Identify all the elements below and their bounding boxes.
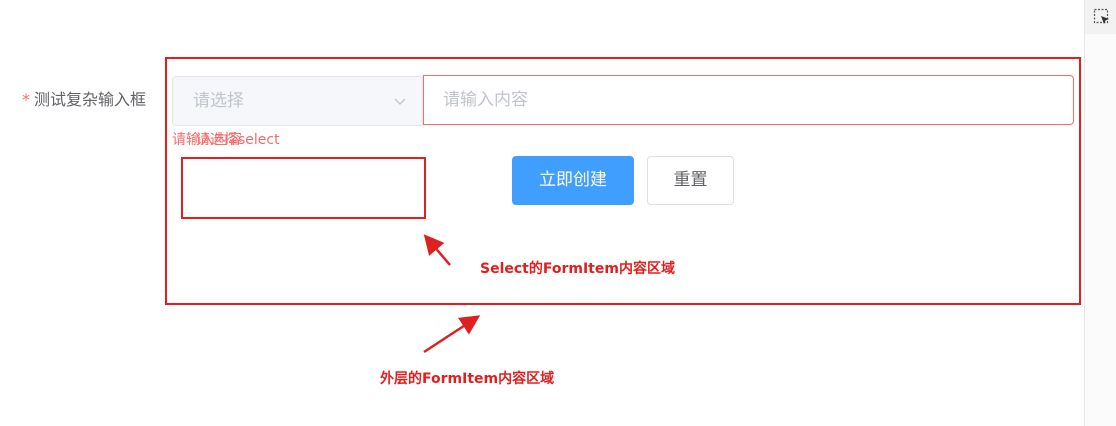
required-asterisk: *	[22, 90, 30, 109]
outer-annotation-arrow	[423, 315, 481, 354]
select-formitem-highlight-box	[181, 157, 426, 219]
element-picker-icon[interactable]	[1093, 8, 1111, 26]
form-item-label-text: 测试复杂输入框	[34, 90, 147, 109]
devtools-side-panel	[1084, 0, 1116, 426]
select-annotation-label: Select的FormItem内容区域	[480, 261, 675, 277]
outer-annotation-label: 外层的FormItem内容区域	[380, 371, 555, 387]
devtools-toolbar	[1085, 0, 1116, 34]
form-item-label: * 测试复杂输入框	[22, 88, 146, 112]
